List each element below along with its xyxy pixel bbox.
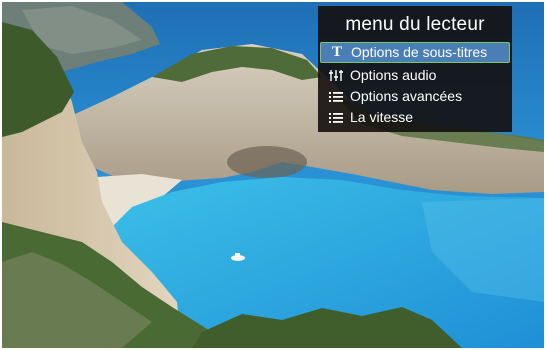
player-menu-list: T Options de sous-titres Options audio O… [318, 42, 512, 128]
video-frame: menu du lecteur T Options de sous-titres [2, 2, 544, 348]
menu-item-label: La vitesse [350, 109, 414, 125]
menu-item-advanced-options[interactable]: Options avancées [318, 86, 512, 107]
menu-item-speed[interactable]: La vitesse [318, 107, 512, 128]
menu-item-label: Options audio [350, 67, 437, 83]
player-menu-title: menu du lecteur [345, 14, 485, 35]
menu-item-label: Options avancées [350, 88, 463, 104]
subtitles-icon: T [331, 44, 342, 60]
list-icon [328, 107, 344, 128]
list-icon [328, 86, 344, 107]
audio-equalizer-icon [328, 65, 344, 86]
menu-item-subtitle-options[interactable]: T Options de sous-titres [320, 42, 510, 63]
menu-item-label: Options de sous-titres [351, 44, 488, 60]
player-menu: menu du lecteur T Options de sous-titres [318, 6, 512, 132]
menu-item-audio-options[interactable]: Options audio [318, 65, 512, 86]
